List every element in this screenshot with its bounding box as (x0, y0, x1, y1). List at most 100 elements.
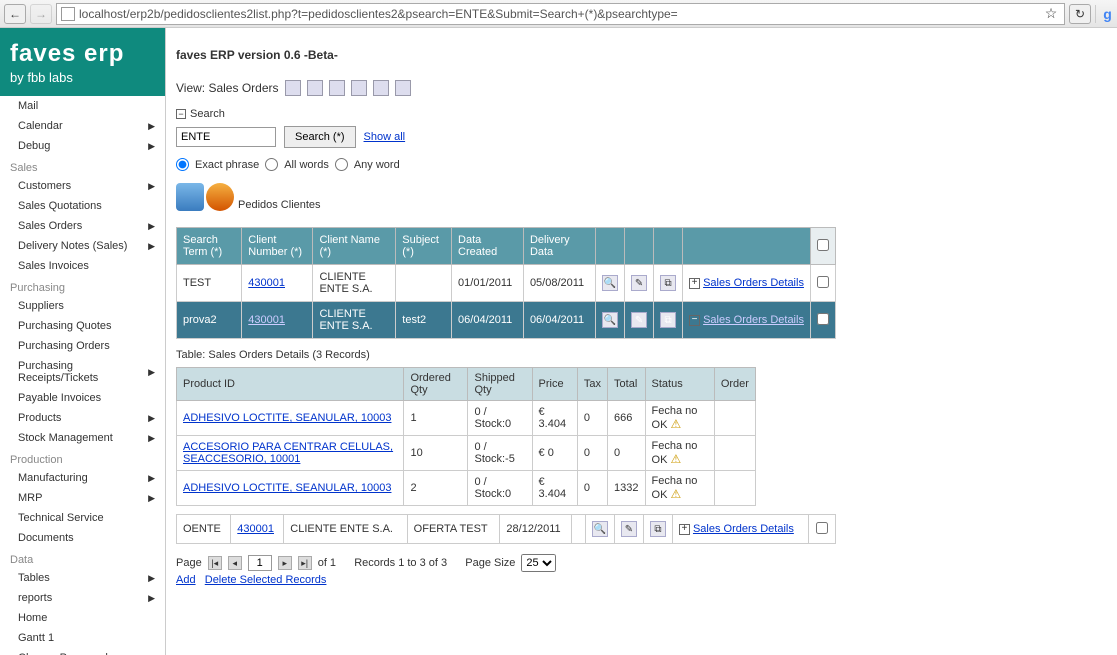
radio-exact[interactable] (176, 158, 189, 171)
export-xml-icon[interactable] (373, 80, 389, 96)
sidebar-item[interactable]: Documents (0, 528, 165, 548)
row-checkbox[interactable] (817, 313, 829, 325)
sales-orders-details-link[interactable]: Sales Orders Details (703, 277, 804, 289)
column-header[interactable]: Delivery Data (523, 228, 595, 265)
sidebar-item[interactable]: Sales Quotations (0, 196, 165, 216)
export-csv-icon[interactable] (351, 80, 367, 96)
sidebar-item[interactable]: Debug▶ (0, 136, 165, 156)
warning-icon: ⚠ (670, 452, 681, 466)
sales-orders-details-link[interactable]: Sales Orders Details (703, 314, 804, 326)
sidebar-item[interactable]: Suppliers (0, 296, 165, 316)
sidebar-group-title: Production (0, 448, 165, 468)
printer-icon[interactable] (285, 80, 301, 96)
client-number-link[interactable]: 430001 (248, 314, 285, 326)
google-ext-icon[interactable]: g (1095, 5, 1113, 23)
add-link[interactable]: Add (176, 574, 196, 586)
view-icon[interactable]: 🔍 (602, 312, 618, 328)
sales-orders-details-link[interactable]: Sales Orders Details (693, 523, 794, 535)
client-number-link[interactable]: 430001 (248, 277, 285, 289)
address-bar[interactable]: localhost/erp2b/pedidosclientes2list.php… (56, 3, 1065, 25)
view-icon[interactable]: 🔍 (602, 275, 618, 291)
last-page-button[interactable]: ▸| (298, 556, 312, 570)
sidebar-item[interactable]: Gantt 1 (0, 628, 165, 648)
expand-icon[interactable]: − (689, 315, 700, 326)
product-link[interactable]: ADHESIVO LOCTITE, SEANULAR, 10003 (183, 412, 391, 424)
people-icon[interactable] (206, 183, 234, 211)
product-link[interactable]: ACCESORIO PARA CENTRAR CELULAS, SEACCESO… (183, 441, 393, 465)
product-link[interactable]: ADHESIVO LOCTITE, SEANULAR, 10003 (183, 482, 391, 494)
back-button[interactable]: ← (4, 4, 26, 24)
page-input[interactable] (248, 555, 272, 571)
sidebar-item[interactable]: Purchasing Quotes (0, 316, 165, 336)
sidebar-item[interactable]: MRP▶ (0, 488, 165, 508)
column-header[interactable]: Subject (*) (396, 228, 452, 265)
sidebar-item[interactable]: Change Password (0, 648, 165, 655)
documents-icon[interactable] (176, 183, 204, 211)
sidebar-item[interactable]: Mail (0, 96, 165, 116)
sidebar-item[interactable]: Sales Orders▶ (0, 216, 165, 236)
column-header[interactable]: Data Created (452, 228, 524, 265)
sidebar-item[interactable]: Customers▶ (0, 176, 165, 196)
detail-column-header: Product ID (177, 368, 404, 401)
view-icon[interactable]: 🔍 (592, 521, 608, 537)
detail-row: ACCESORIO PARA CENTRAR CELULAS, SEACCESO… (177, 436, 756, 471)
sidebar-group-title: Data (0, 548, 165, 568)
sidebar-item[interactable]: Products▶ (0, 408, 165, 428)
delete-selected-link[interactable]: Delete Selected Records (205, 574, 327, 586)
export-pdf-icon[interactable] (395, 80, 411, 96)
reload-button[interactable]: ↻ (1069, 4, 1091, 24)
row-checkbox[interactable] (817, 276, 829, 288)
sidebar-item[interactable]: reports▶ (0, 588, 165, 608)
sidebar-item[interactable]: Sales Invoices (0, 256, 165, 276)
copy-icon[interactable]: ⧉ (650, 521, 666, 537)
edit-icon[interactable]: ✎ (631, 312, 647, 328)
view-row: View: Sales Orders (176, 80, 1107, 96)
search-input[interactable] (176, 127, 276, 147)
search-button[interactable]: Search (*) (284, 126, 356, 148)
column-header[interactable]: Search Term (*) (177, 228, 242, 265)
column-header[interactable]: Client Name (*) (313, 228, 396, 265)
table-row[interactable]: TEST430001CLIENTE ENTE S.A.01/01/201105/… (177, 265, 836, 302)
copy-icon[interactable]: ⧉ (660, 275, 676, 291)
search-type-row: Exact phrase All words Any word (176, 158, 1107, 171)
client-number-link[interactable]: 430001 (237, 523, 274, 535)
table-row[interactable]: OENTE430001CLIENTE ENTE S.A.OFERTA TEST2… (177, 515, 836, 544)
row-checkbox[interactable] (816, 522, 828, 534)
sidebar-item[interactable]: Purchasing Receipts/Tickets▶ (0, 356, 165, 388)
detail-column-header: Status (645, 368, 714, 401)
edit-icon[interactable]: ✎ (621, 521, 637, 537)
show-all-link[interactable]: Show all (364, 131, 406, 143)
sidebar-item[interactable]: Calendar▶ (0, 116, 165, 136)
sidebar-item[interactable]: Tables▶ (0, 568, 165, 588)
content-area: faves ERP version 0.6 -Beta- View: Sales… (166, 28, 1117, 655)
records-label: Records 1 to 3 of 3 (354, 557, 447, 569)
edit-icon[interactable]: ✎ (631, 275, 647, 291)
pager: Page |◂ ◂ ▸ ▸| of 1 Records 1 to 3 of 3 … (176, 554, 1107, 572)
prev-page-button[interactable]: ◂ (228, 556, 242, 570)
bookmark-icon[interactable]: ☆ (1042, 5, 1060, 23)
search-row: Search (*) Show all (176, 126, 1107, 148)
sidebar-item[interactable]: Payable Invoices (0, 388, 165, 408)
detail-column-header: Total (608, 368, 645, 401)
export-word-icon[interactable] (329, 80, 345, 96)
sidebar-item[interactable]: Stock Management▶ (0, 428, 165, 448)
sidebar-item[interactable]: Purchasing Orders (0, 336, 165, 356)
select-all-checkbox[interactable] (817, 239, 829, 251)
search-toggle[interactable]: − Search (176, 108, 1107, 120)
sidebar-item[interactable]: Delivery Notes (Sales)▶ (0, 236, 165, 256)
export-excel-icon[interactable] (307, 80, 323, 96)
copy-icon[interactable]: ⧉ (660, 312, 676, 328)
sidebar-item[interactable]: Manufacturing▶ (0, 468, 165, 488)
table-row[interactable]: prova2430001CLIENTE ENTE S.A.test206/04/… (177, 302, 836, 339)
forward-button[interactable]: → (30, 4, 52, 24)
page-size-select[interactable]: 25 (521, 554, 556, 572)
expand-icon[interactable]: + (679, 524, 690, 535)
column-header[interactable]: Client Number (*) (242, 228, 313, 265)
first-page-button[interactable]: |◂ (208, 556, 222, 570)
sidebar-item[interactable]: Home (0, 608, 165, 628)
radio-all[interactable] (265, 158, 278, 171)
sidebar-item[interactable]: Technical Service (0, 508, 165, 528)
radio-any[interactable] (335, 158, 348, 171)
expand-icon[interactable]: + (689, 278, 700, 289)
next-page-button[interactable]: ▸ (278, 556, 292, 570)
